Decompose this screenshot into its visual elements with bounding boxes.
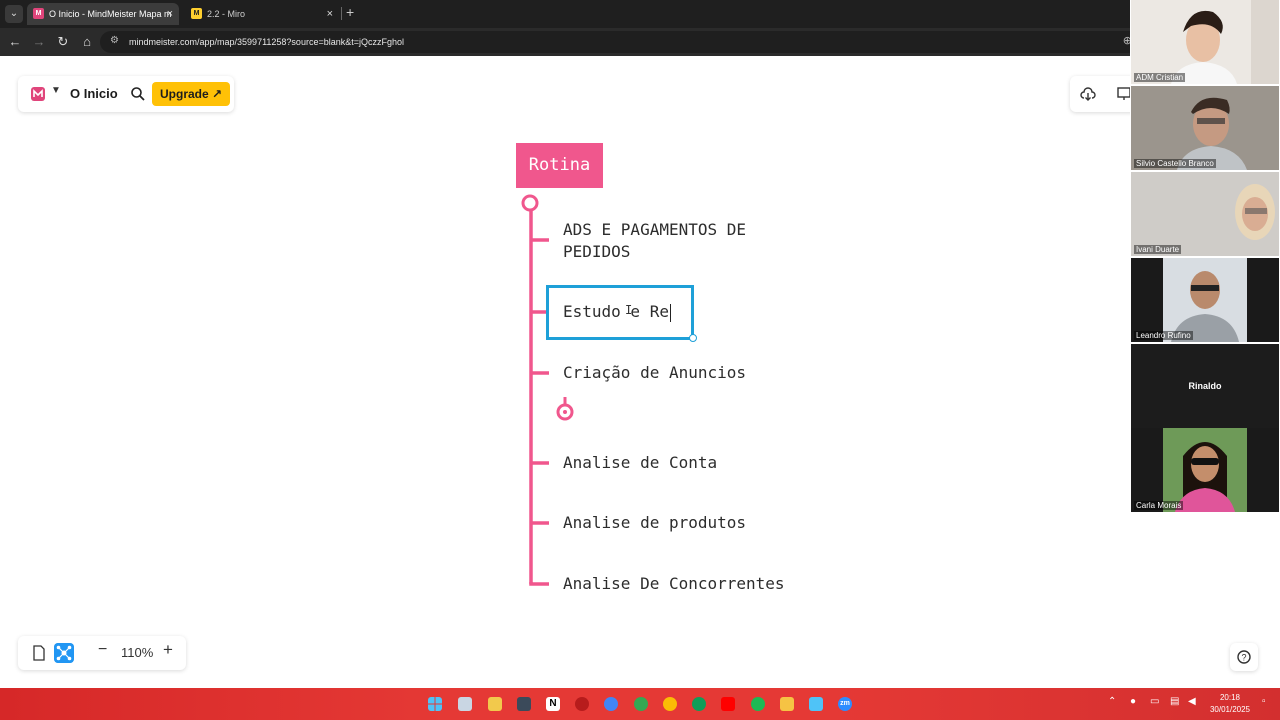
participant-tile[interactable]: Silvio Castello Branco bbox=[1131, 86, 1279, 170]
participant-tile[interactable]: ADM Cristian bbox=[1131, 0, 1279, 84]
chrome-profile-icon[interactable] bbox=[634, 697, 648, 711]
mindmeister-favicon-icon: M bbox=[33, 8, 44, 19]
upgrade-button[interactable]: Upgrade ↗ bbox=[152, 82, 231, 106]
chrome-icon[interactable] bbox=[604, 697, 618, 711]
windows-start-icon[interactable] bbox=[428, 697, 442, 711]
participant-name: Silvio Castello Branco bbox=[1134, 159, 1216, 168]
participant-name: Rinaldo bbox=[1188, 381, 1222, 391]
messaging-app-icon[interactable] bbox=[809, 697, 823, 711]
text-caret bbox=[669, 303, 671, 322]
edge-icon[interactable] bbox=[692, 697, 706, 711]
root-topic[interactable]: Rotina bbox=[516, 143, 603, 188]
clock-date: 30/01/2025 bbox=[1209, 705, 1251, 714]
browser-toolbar: ← → ↻ ⌂ ⚙ mindmeister.com/app/map/359971… bbox=[0, 28, 1280, 56]
file-explorer-icon[interactable] bbox=[488, 697, 502, 711]
participant-video bbox=[1131, 258, 1279, 342]
svg-text:?: ? bbox=[1241, 653, 1246, 663]
ibeam-cursor-icon: I bbox=[625, 303, 633, 317]
photos-app-icon[interactable] bbox=[517, 697, 531, 711]
tab-miro[interactable]: M 2.2 - Miro × bbox=[185, 3, 339, 25]
volume-icon[interactable]: ◀ bbox=[1188, 696, 1196, 707]
media-player-icon[interactable] bbox=[575, 697, 589, 711]
participant-tile[interactable]: Rinaldo bbox=[1131, 344, 1279, 428]
zoom-out-button[interactable]: − bbox=[98, 641, 107, 659]
cloud-download-icon[interactable] bbox=[1080, 86, 1096, 102]
participant-video bbox=[1131, 428, 1279, 512]
participant-video bbox=[1131, 172, 1279, 256]
view-zoom-panel: − 110% + bbox=[18, 636, 186, 670]
tab-divider bbox=[341, 7, 342, 20]
topic-analise-produtos[interactable]: Analise de produtos bbox=[563, 512, 746, 534]
back-icon[interactable]: ← bbox=[7, 34, 23, 50]
network-icon[interactable]: ▤ bbox=[1170, 696, 1179, 707]
participant-video bbox=[1131, 86, 1279, 170]
home-icon[interactable]: ⌂ bbox=[79, 34, 95, 50]
participant-tile[interactable]: Ivani Duarte bbox=[1131, 172, 1279, 256]
mindmeister-canvas[interactable]: ▼ O Inicio Upgrade ↗ Rotina ADS E PAGAME… bbox=[0, 56, 1280, 688]
topic-estudo-editing[interactable]: Estudo e Re bbox=[563, 301, 671, 323]
address-bar[interactable]: ⚙ mindmeister.com/app/map/3599711258?sou… bbox=[100, 31, 1140, 53]
video-call-panel: ADM Cristian Silvio Castello Branco Ivan… bbox=[1130, 0, 1280, 512]
participant-tile[interactable]: Leandro Rufino bbox=[1131, 258, 1279, 342]
topic-ads-pagamentos[interactable]: ADS E PAGAMENTOS DE PEDIDOS bbox=[563, 219, 746, 263]
youtube-icon[interactable] bbox=[721, 697, 735, 711]
task-view-icon[interactable] bbox=[458, 697, 472, 711]
zoom-app-icon[interactable]: zm bbox=[838, 697, 852, 711]
topic-edit-text[interactable]: Estudo e Re bbox=[563, 302, 669, 321]
tab-title: 2.2 - Miro bbox=[207, 9, 246, 19]
tab-title: O Inicio - MindMeister Mapa m bbox=[49, 9, 172, 19]
reload-icon[interactable]: ↻ bbox=[55, 34, 71, 50]
zoom-level[interactable]: 110% bbox=[121, 636, 153, 670]
keyboard-icon[interactable]: ▭ bbox=[1150, 696, 1159, 707]
topic-line-1: ADS E PAGAMENTOS DE bbox=[563, 220, 747, 239]
show-hidden-icons-icon[interactable]: ⌃ bbox=[1108, 696, 1116, 707]
resize-handle[interactable] bbox=[689, 334, 697, 342]
mindmap-view-icon[interactable] bbox=[54, 643, 74, 663]
topic-analise-conta[interactable]: Analise de Conta bbox=[563, 452, 717, 474]
spotify-icon[interactable] bbox=[751, 697, 765, 711]
mindmeister-logo-icon[interactable] bbox=[30, 86, 46, 102]
tab-mindmeister[interactable]: M O Inicio - MindMeister Mapa m × bbox=[27, 3, 179, 25]
site-info-icon[interactable]: ⚙ bbox=[110, 35, 119, 46]
map-header-panel: ▼ O Inicio Upgrade ↗ bbox=[18, 76, 234, 112]
forward-icon[interactable]: → bbox=[31, 34, 47, 50]
tab-search-button[interactable]: ⌄ bbox=[5, 5, 23, 23]
new-tab-icon[interactable]: + bbox=[346, 4, 354, 20]
participant-name: Ivani Duarte bbox=[1134, 245, 1182, 254]
microphone-icon[interactable]: ● bbox=[1130, 696, 1136, 707]
search-icon[interactable] bbox=[130, 86, 146, 102]
participant-tile[interactable]: Carla Morais bbox=[1131, 428, 1279, 512]
participant-name: Carla Morais bbox=[1134, 501, 1184, 510]
outline-view-icon[interactable] bbox=[32, 645, 46, 661]
system-clock[interactable]: 20:18 30/01/2025 bbox=[1206, 692, 1254, 716]
help-icon[interactable]: ? bbox=[1230, 643, 1258, 671]
browser-tab-bar: ⌄ M O Inicio - MindMeister Mapa m × M 2.… bbox=[0, 0, 1280, 28]
zoom-in-button[interactable]: + bbox=[163, 640, 173, 660]
map-title[interactable]: O Inicio bbox=[70, 76, 118, 112]
miro-favicon-icon: M bbox=[191, 8, 202, 19]
clock-time: 20:18 bbox=[1219, 693, 1241, 702]
notifications-icon[interactable]: ▫ bbox=[1262, 696, 1266, 707]
windows-taskbar: N zm ⌃ ● ▭ ▤ ◀ 20:18 30/01/2025 ▫ bbox=[0, 688, 1280, 720]
chrome-canary-icon[interactable] bbox=[663, 697, 677, 711]
notion-icon[interactable]: N bbox=[546, 697, 560, 711]
chevron-down-icon[interactable]: ▼ bbox=[51, 85, 61, 96]
folder-icon[interactable] bbox=[780, 697, 794, 711]
participant-name: ADM Cristian bbox=[1134, 73, 1186, 82]
participant-video bbox=[1131, 0, 1279, 84]
topic-line-2: PEDIDOS bbox=[563, 242, 631, 261]
topic-analise-concorrentes[interactable]: Analise De Concorrentes bbox=[563, 573, 785, 595]
topic-criacao-anuncios[interactable]: Criação de Anuncios bbox=[563, 362, 746, 384]
url-text: mindmeister.com/app/map/3599711258?sourc… bbox=[129, 37, 404, 47]
close-tab-icon[interactable]: × bbox=[327, 3, 333, 25]
participant-name: Leandro Rufino bbox=[1134, 331, 1193, 340]
close-tab-icon[interactable]: × bbox=[167, 3, 173, 25]
